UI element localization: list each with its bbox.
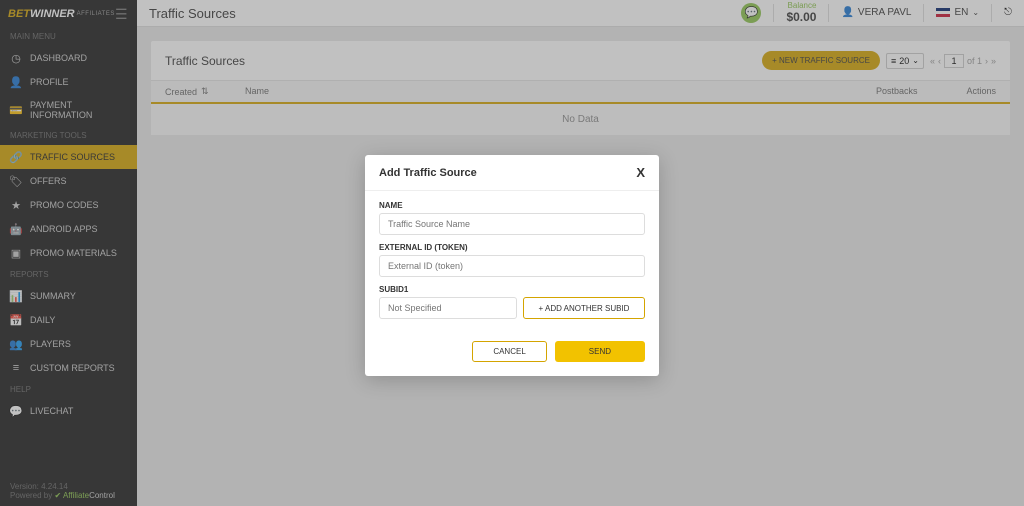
modal-footer: CANCEL SEND: [365, 329, 659, 376]
external-id-input[interactable]: [379, 255, 645, 277]
modal-body: NAME EXTERNAL ID (TOKEN) SUBID1 + ADD AN…: [365, 191, 659, 329]
name-input[interactable]: [379, 213, 645, 235]
external-id-label: EXTERNAL ID (TOKEN): [379, 243, 645, 252]
send-button[interactable]: SEND: [555, 341, 645, 362]
name-label: NAME: [379, 201, 645, 210]
modal-header: Add Traffic Source X: [365, 155, 659, 191]
subid-input[interactable]: [379, 297, 517, 319]
add-traffic-source-modal: Add Traffic Source X NAME EXTERNAL ID (T…: [365, 155, 659, 376]
close-icon[interactable]: X: [636, 165, 645, 180]
add-subid-button[interactable]: + ADD ANOTHER SUBID: [523, 297, 645, 319]
cancel-button[interactable]: CANCEL: [472, 341, 546, 362]
modal-title: Add Traffic Source: [379, 167, 477, 179]
subid-label: SUBID1: [379, 285, 645, 294]
